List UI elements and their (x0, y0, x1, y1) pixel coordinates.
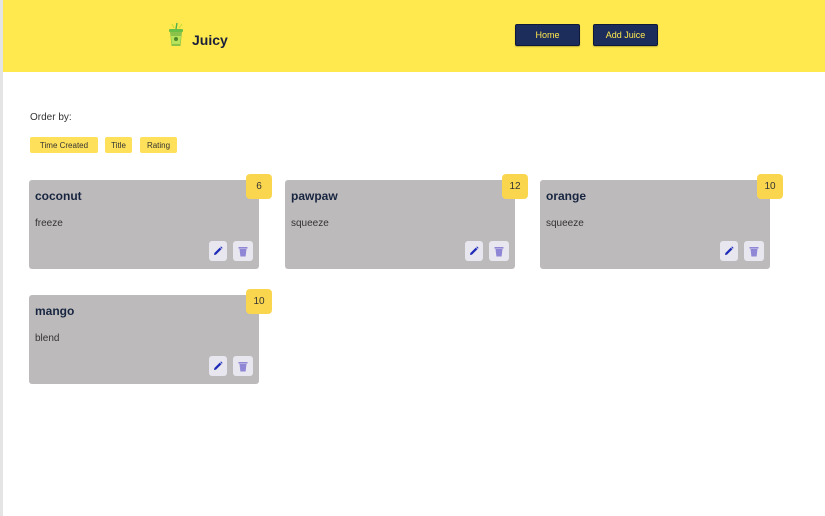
juice-method: blend (35, 333, 60, 344)
juice-method: squeeze (546, 218, 584, 229)
brand-name: Juicy (192, 32, 228, 48)
delete-button[interactable] (489, 241, 509, 261)
pencil-icon (725, 246, 734, 255)
juice-method: freeze (35, 218, 63, 229)
juice-cup-icon (169, 22, 183, 46)
edit-button[interactable] (720, 241, 738, 261)
juice-title: orange (546, 189, 587, 203)
juice-card[interactable]: orange squeeze 10 (540, 174, 783, 269)
app-header: Juicy Home Add Juice (3, 0, 825, 72)
add-juice-button[interactable]: Add Juice (593, 24, 658, 46)
page-left-edge (0, 0, 3, 516)
sort-time-created-button[interactable]: Time Created (30, 137, 98, 153)
trash-icon (494, 246, 504, 256)
rating-badge: 10 (757, 174, 783, 199)
juice-card[interactable]: mango blend 10 (29, 289, 272, 384)
order-by-label: Order by: (30, 112, 72, 123)
sort-title-button[interactable]: Title (105, 137, 132, 153)
juice-card[interactable]: pawpaw squeeze 12 (285, 174, 528, 269)
edit-button[interactable] (465, 241, 483, 261)
sort-rating-button[interactable]: Rating (140, 137, 177, 153)
home-button[interactable]: Home (515, 24, 580, 46)
juice-title: pawpaw (291, 189, 338, 203)
juice-title: coconut (35, 189, 82, 203)
rating-badge: 12 (502, 174, 528, 199)
pencil-icon (470, 246, 479, 255)
rating-badge: 10 (246, 289, 272, 314)
rating-badge: 6 (246, 174, 272, 199)
edit-button[interactable] (209, 241, 227, 261)
juice-card[interactable]: coconut freeze 6 (29, 174, 272, 269)
delete-button[interactable] (744, 241, 764, 261)
juice-title: mango (35, 304, 75, 318)
juice-method: squeeze (291, 218, 329, 229)
delete-button[interactable] (233, 241, 253, 261)
pencil-icon (214, 361, 223, 370)
pencil-icon (214, 246, 223, 255)
logo[interactable]: Juicy (165, 22, 228, 48)
trash-icon (749, 246, 759, 256)
trash-icon (238, 361, 248, 371)
delete-button[interactable] (233, 356, 253, 376)
edit-button[interactable] (209, 356, 227, 376)
trash-icon (238, 246, 248, 256)
